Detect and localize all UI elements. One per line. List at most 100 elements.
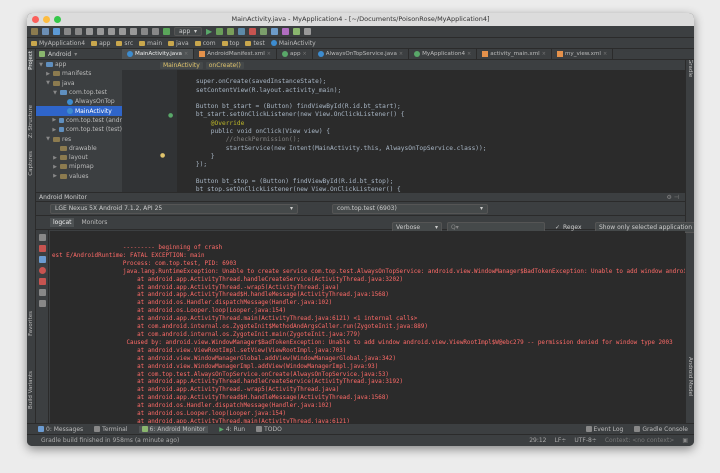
debug-icon[interactable] [216,28,224,35]
log-line[interactable]: at android.app.ActivityThread.handleCrea… [52,277,685,285]
expand-arrow-icon[interactable]: ▶ [52,173,58,179]
editor-tab[interactable]: app × [277,49,313,59]
close-tab-icon[interactable]: × [303,51,307,57]
close-window-button[interactable] [32,16,39,23]
close-tab-icon[interactable]: × [399,51,403,57]
tree-node[interactable]: ▼ java [36,79,122,88]
run-icon[interactable]: ▶ [206,27,212,36]
close-tab-icon[interactable]: × [467,51,471,57]
editor-tab[interactable]: my_view.xml × [552,49,614,59]
attach-debugger-icon[interactable] [238,28,246,35]
tree-node[interactable]: ▼ app [36,60,122,69]
log-line[interactable]: at android.app.ActivityThread.-wrap5(Act… [52,387,685,395]
messages-tool-button[interactable]: 0: Messages [38,426,83,433]
nav-crumb-test[interactable]: test [245,40,269,47]
nav-crumb-project[interactable]: MyApplication4 [31,40,89,47]
android-model-tool-button[interactable]: Android Model [687,357,693,397]
tree-node[interactable]: AlwaysOnTop [36,97,122,106]
logcat-output[interactable]: --------- beginning of crash est E/Androi… [50,231,685,424]
editor-tab[interactable]: activity_main.xml × [477,49,552,59]
code-editor[interactable]: MainActivity onCreate() ● ● super.onCrea… [122,60,685,194]
copy-icon[interactable] [97,28,104,35]
expand-arrow-icon[interactable]: ▶ [52,117,57,123]
cursor-position[interactable]: 29:12 [529,437,546,444]
sdk-manager-icon[interactable] [271,28,279,35]
tree-node[interactable]: drawable [36,144,122,153]
editor-tab[interactable]: MyApplication4 × [409,49,478,59]
log-line[interactable]: at android.view.ViewRootImpl.setView(Vie… [52,348,685,356]
log-line[interactable]: at android.app.ActivityThread.main(Activ… [52,316,685,324]
line-separator[interactable]: LF÷ [554,437,566,444]
restart-icon[interactable] [38,267,46,274]
build-variants-tool-button[interactable]: Build Variants [28,371,34,409]
log-line[interactable]: est E/AndroidRuntime: FATAL EXCEPTION: m… [52,253,685,261]
logcat-text[interactable]: --------- beginning of crash est E/Androi… [52,245,685,424]
log-line[interactable]: Process: com.top.test, PID: 6903 [52,261,685,269]
log-line[interactable]: at android.view.WindowManagerImpl.addVie… [52,364,685,372]
code-text[interactable]: super.onCreate(savedInstanceState); setC… [181,70,681,194]
nav-crumb-java[interactable]: java [168,40,193,47]
expand-arrow-icon[interactable]: ▼ [45,136,51,142]
sync-icon[interactable] [53,28,60,35]
log-line[interactable]: at android.view.WindowManagerGlobal.addV… [52,356,685,364]
tree-node[interactable]: ▼ com.top.test [36,88,122,97]
log-line[interactable]: at com.android.internal.os.ZygoteInit$Me… [52,324,685,332]
terminal-tool-button[interactable]: Terminal [94,426,128,433]
close-tab-icon[interactable]: × [267,51,271,57]
cut-icon[interactable] [86,28,93,35]
replace-icon[interactable] [130,28,137,35]
nav-crumb-com[interactable]: com [194,40,220,47]
log-line[interactable]: at com.android.internal.os.ZygoteInit.ma… [52,332,685,340]
coverage-icon[interactable] [227,28,235,35]
tree-node[interactable]: ▶ manifests [36,69,122,78]
find-icon[interactable] [119,28,126,35]
log-line[interactable]: at android.app.ActivityThread.-wrap5(Act… [52,285,685,293]
expand-arrow-icon[interactable]: ▶ [52,127,57,133]
project-tool-button[interactable]: Project [28,51,34,70]
nav-crumb-main[interactable]: main [139,40,166,47]
tab-logcat[interactable]: logcat [50,218,75,227]
nav-crumb-src[interactable]: src [116,40,137,47]
captures-tool-button[interactable]: Captures [28,151,34,176]
log-line[interactable]: at android.app.ActivityThread$H.handleMe… [52,292,685,300]
log-line[interactable]: at android.os.Looper.loop(Looper.java:15… [52,308,685,316]
tab-monitors[interactable]: Monitors [78,218,110,227]
file-encoding[interactable]: UTF-8÷ [574,437,597,444]
lock-icon[interactable]: ▣ [682,437,688,444]
log-line[interactable]: --------- beginning of crash [52,245,685,253]
tree-node[interactable]: MainActivity [36,106,122,116]
tree-node[interactable]: ▶ values [36,172,122,181]
log-line[interactable]: at android.os.Handler.dispatchMessage(Ha… [52,300,685,308]
favorites-tool-button[interactable]: Favorites [28,311,34,336]
structure-tool-button[interactable]: Z: Structure [28,105,34,138]
expand-arrow-icon[interactable]: ▶ [52,164,58,170]
log-line[interactable]: java.lang.RuntimeException: Unable to cr… [52,269,685,277]
override-gutter-icon[interactable]: ● [168,112,173,119]
tree-node[interactable]: ▼ res [36,134,122,143]
gradle-tool-button[interactable]: Gradle [687,59,693,77]
expand-arrow-icon[interactable]: ▼ [45,80,51,86]
device-select[interactable]: LGE Nexus 5X Android 7.1.2, API 25 ▾ [50,203,298,214]
todo-tool-button[interactable]: TODO [256,426,282,433]
close-tab-icon[interactable]: × [542,51,546,57]
editor-tab[interactable]: AndroidManifest.xml × [194,49,277,59]
close-tab-icon[interactable]: × [603,51,607,57]
stop-icon[interactable] [249,28,257,35]
android-monitor-tool-button[interactable]: 6: Android Monitor [138,425,209,433]
undo-icon[interactable] [64,28,71,35]
expand-arrow-icon[interactable]: ▼ [52,90,58,96]
log-line[interactable]: at android.os.Looper.loop(Looper.java:15… [52,411,685,419]
log-line[interactable]: at android.app.ActivityThread.handleCrea… [52,379,685,387]
save-icon[interactable] [42,28,49,35]
redo-icon[interactable] [75,28,82,35]
terminate-icon[interactable] [38,278,46,285]
event-log-tool-button[interactable]: Event Log [585,426,623,433]
tree-node[interactable]: ▶ layout [36,153,122,162]
log-line[interactable]: Caused by: android.view.WindowManager$Ba… [52,340,685,348]
screenshot-icon[interactable] [38,256,46,263]
tree-node[interactable]: ▶ com.top.test (test) [36,125,122,134]
android-icon[interactable] [293,28,301,35]
avd-manager-icon[interactable] [260,28,268,35]
help-icon[interactable] [38,300,46,307]
forward-icon[interactable] [152,28,159,35]
